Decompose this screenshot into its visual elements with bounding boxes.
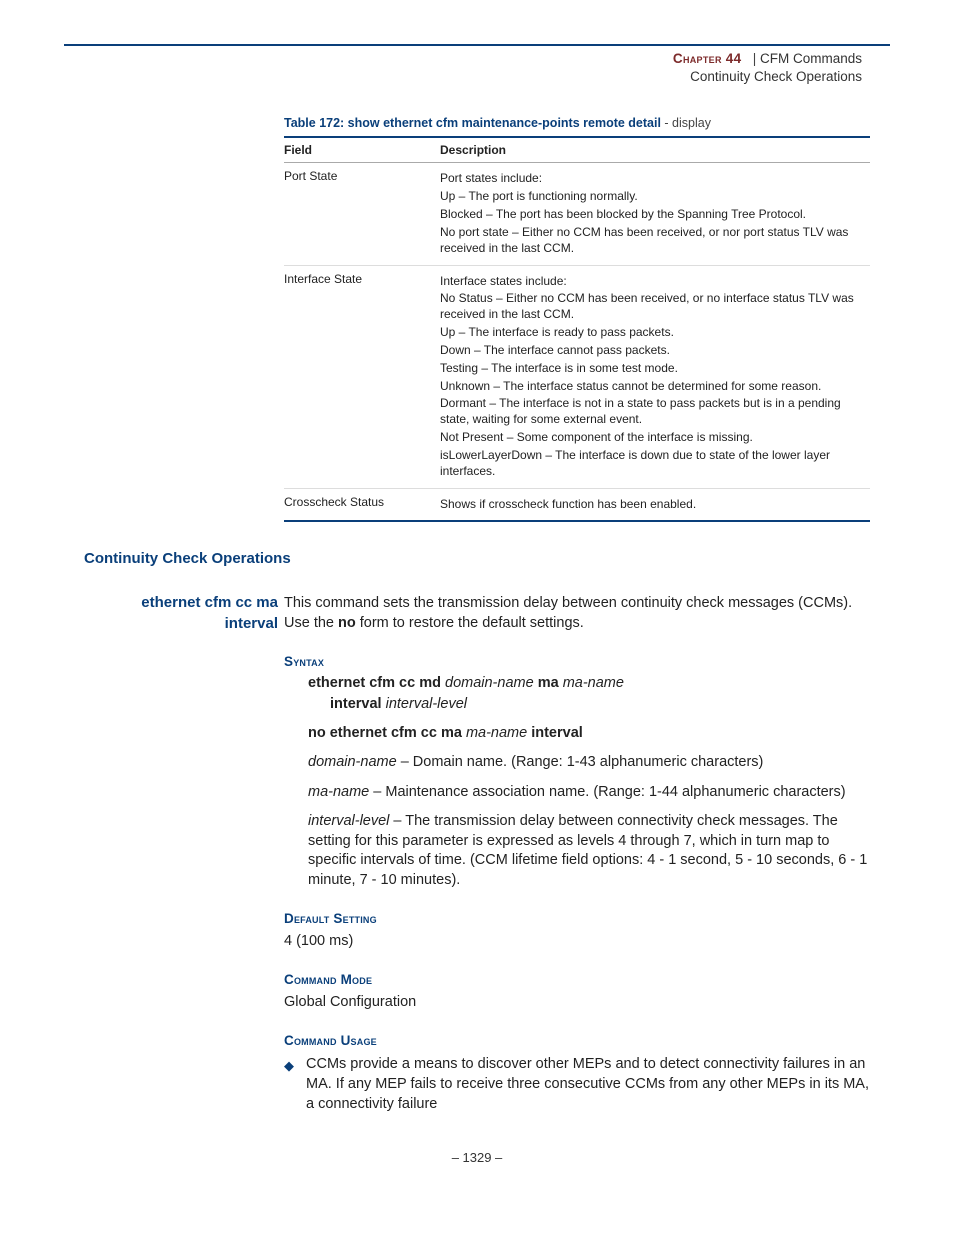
table-row: Crosscheck StatusShows if crosscheck fun… bbox=[284, 488, 870, 521]
section-heading: Continuity Check Operations bbox=[84, 550, 870, 567]
th-description: Description bbox=[440, 137, 870, 163]
description-line: Unknown – The interface status cannot be… bbox=[440, 379, 864, 395]
command-intro-b: form to restore the default settings. bbox=[356, 615, 584, 631]
field-cell: Interface State bbox=[284, 265, 440, 488]
list-item-text: CCMs provide a means to discover other M… bbox=[306, 1056, 869, 1112]
syntax-kw-2: ma bbox=[534, 675, 563, 691]
syntax-arg-3: interval-level bbox=[386, 696, 467, 712]
param-domain-name: domain-name – Domain name. (Range: 1-43 … bbox=[308, 753, 870, 773]
description-line: Blocked – The port has been blocked by t… bbox=[440, 207, 864, 223]
description-line: Interface states include: bbox=[440, 274, 864, 290]
param3-name: interval-level bbox=[308, 813, 389, 829]
table-title: Table 172: show ethernet cfm maintenance… bbox=[284, 116, 870, 130]
param1-name: domain-name bbox=[308, 754, 397, 770]
syntax-line-1: ethernet cfm cc md domain-name ma ma-nam… bbox=[308, 674, 870, 694]
param-interval-level: interval-level – The transmission delay … bbox=[308, 812, 870, 890]
syntax-no-kw-2: interval bbox=[527, 725, 583, 741]
description-cell: Shows if crosscheck function has been en… bbox=[440, 488, 870, 521]
description-cell: Port states include: Up – The port is fun… bbox=[440, 163, 870, 265]
command-usage-list: ◆ CCMs provide a means to discover other … bbox=[284, 1054, 870, 1114]
table-row: Port StatePort states include: Up – The p… bbox=[284, 163, 870, 265]
command-usage-heading: Command Usage bbox=[284, 1032, 870, 1051]
command-mode-value: Global Configuration bbox=[284, 992, 870, 1012]
param1-desc: – Domain name. (Range: 1-43 alphanumeric… bbox=[397, 754, 764, 770]
default-setting-value: 4 (100 ms) bbox=[284, 931, 870, 951]
page-number: – 1329 – bbox=[84, 1150, 870, 1165]
header-rule bbox=[64, 44, 890, 46]
command-name: ethernet cfm cc ma interval bbox=[84, 593, 284, 1114]
param2-name: ma-name bbox=[308, 784, 369, 800]
table-row: Interface StateInterface states include:… bbox=[284, 265, 870, 488]
description-line: Up – The port is functioning normally. bbox=[440, 189, 864, 205]
description-line: Up – The interface is ready to pass pack… bbox=[440, 325, 864, 341]
table-section: Table 172: show ethernet cfm maintenance… bbox=[284, 116, 870, 522]
chapter-subtitle: Continuity Check Operations bbox=[690, 69, 862, 84]
syntax-arg-1: domain-name bbox=[445, 675, 534, 691]
syntax-kw-3: interval bbox=[330, 696, 386, 712]
syntax-no-line: no ethernet cfm cc ma ma-name interval bbox=[308, 724, 870, 744]
list-item: ◆ CCMs provide a means to discover other … bbox=[284, 1054, 870, 1114]
param3-desc: – The transmission delay between connect… bbox=[308, 813, 867, 888]
syntax-arg-2: ma-name bbox=[563, 675, 624, 691]
diamond-bullet-icon: ◆ bbox=[284, 1057, 294, 1067]
command-name-line2: interval bbox=[225, 615, 278, 632]
description-line: Testing – The interface is in some test … bbox=[440, 361, 864, 377]
command-name-line1: ethernet cfm cc ma bbox=[141, 594, 278, 611]
description-line: Down – The interface cannot pass packets… bbox=[440, 343, 864, 359]
param-ma-name: ma-name – Maintenance association name. … bbox=[308, 783, 870, 803]
table-number: Table 172: show ethernet cfm maintenance… bbox=[284, 116, 661, 130]
description-line: isLowerLayerDown – The interface is down… bbox=[440, 448, 864, 480]
description-table: Field Description Port StatePort states … bbox=[284, 136, 870, 522]
syntax-no-arg: ma-name bbox=[466, 725, 527, 741]
param2-desc: – Maintenance association name. (Range: … bbox=[369, 784, 845, 800]
description-line: Shows if crosscheck function has been en… bbox=[440, 497, 864, 513]
field-cell: Crosscheck Status bbox=[284, 488, 440, 521]
page: Chapter 44 | CFM Commands Continuity Che… bbox=[0, 0, 954, 1195]
chapter-label: Chapter 44 bbox=[673, 51, 742, 66]
th-field: Field bbox=[284, 137, 440, 163]
syntax-line-2: interval interval-level bbox=[330, 694, 870, 714]
default-setting-heading: Default Setting bbox=[284, 910, 870, 929]
command-mode-heading: Command Mode bbox=[284, 971, 870, 990]
description-line: Port states include: bbox=[440, 171, 864, 187]
table-title-suffix: - display bbox=[661, 116, 711, 130]
description-line: No Status – Either no CCM has been recei… bbox=[440, 291, 864, 323]
field-cell: Port State bbox=[284, 163, 440, 265]
chapter-title: CFM Commands bbox=[760, 51, 862, 66]
command-body: This command sets the transmission delay… bbox=[284, 593, 870, 1114]
syntax-heading: Syntax bbox=[284, 653, 870, 672]
command-block: ethernet cfm cc ma interval This command… bbox=[84, 593, 870, 1114]
description-cell: Interface states include:No Status – Eit… bbox=[440, 265, 870, 488]
description-line: Dormant – The interface is not in a stat… bbox=[440, 396, 864, 428]
syntax-no-kw-1: no ethernet cfm cc ma bbox=[308, 725, 466, 741]
description-line: Not Present – Some component of the inte… bbox=[440, 430, 864, 446]
running-header: Chapter 44 | CFM Commands Continuity Che… bbox=[84, 50, 862, 86]
command-intro-no: no bbox=[338, 615, 356, 631]
header-separator: | bbox=[745, 51, 756, 66]
description-line: No port state – Either no CCM has been r… bbox=[440, 225, 864, 257]
syntax-kw-1: ethernet cfm cc md bbox=[308, 675, 445, 691]
